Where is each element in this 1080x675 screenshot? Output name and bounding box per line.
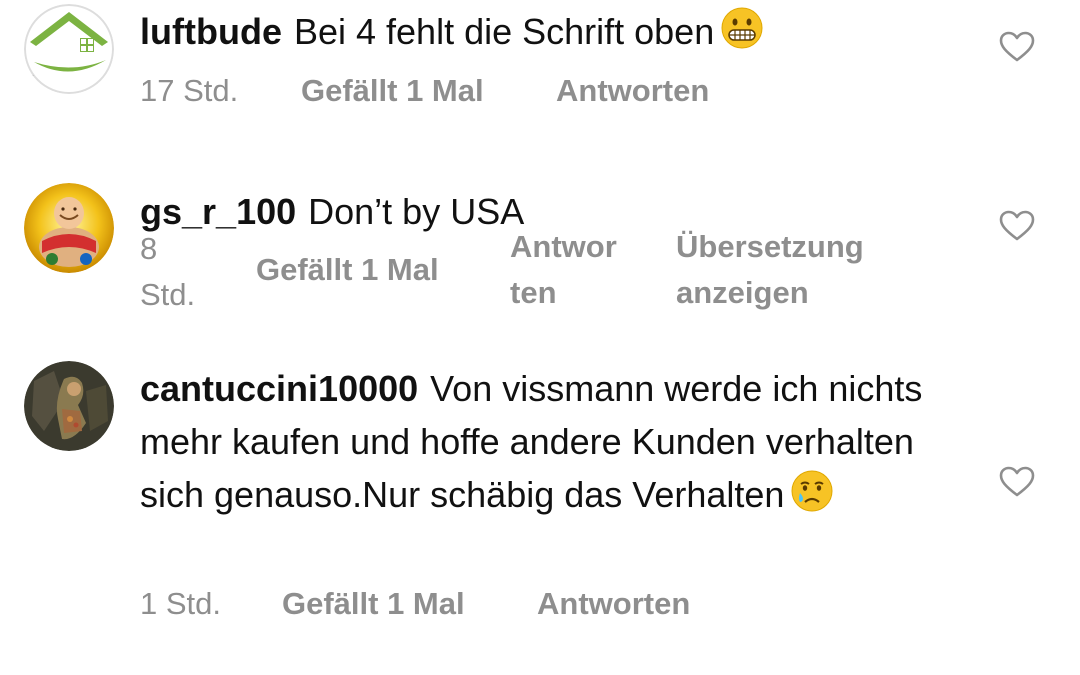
painting-avatar-icon [24, 361, 114, 451]
reply-line: ten [510, 275, 557, 310]
comment-text: cantuccini10000 Von vissmann werde ich ni… [140, 362, 960, 527]
reply-button[interactable]: Antworten [537, 581, 690, 627]
comment-timestamp: 17 Std. [140, 73, 239, 108]
like-count-button[interactable]: Gefällt 1 Mal [256, 247, 439, 293]
avatar[interactable]: F [24, 4, 114, 94]
comment-content: Don’t by USA [308, 191, 525, 232]
crying-face-icon [790, 469, 834, 527]
reply-button[interactable]: Antworten [556, 68, 709, 114]
comment-timestamp: 8 Std. [140, 226, 195, 318]
grimacing-face-icon [720, 6, 764, 64]
comment-content: Bei 4 fehlt die Schrift oben [293, 11, 715, 52]
house-logo-icon: F [24, 4, 114, 94]
comment-username[interactable]: luftbude [140, 11, 282, 52]
timestamp-line: Std. [140, 277, 196, 312]
avatar[interactable] [24, 361, 114, 451]
avatar[interactable] [24, 183, 114, 273]
comment-timestamp: 1 Std. [140, 586, 221, 621]
reply-line: Antwor [510, 229, 617, 264]
like-heart-icon[interactable] [999, 210, 1035, 242]
translate-line: anzeigen [676, 275, 809, 310]
translate-button[interactable]: Übersetzung anzeigen [676, 224, 864, 316]
comment-text: luftbude Bei 4 fehlt die Schrift oben [140, 6, 960, 64]
timestamp-line: 8 [140, 231, 158, 266]
translate-line: Übersetzung [676, 229, 864, 264]
comment-username[interactable]: cantuccini10000 [140, 368, 418, 409]
buddha-avatar-icon [24, 183, 114, 273]
like-count-button[interactable]: Gefällt 1 Mal [301, 68, 484, 114]
like-count-button[interactable]: Gefällt 1 Mal [282, 581, 465, 627]
like-heart-icon[interactable] [999, 31, 1035, 63]
reply-button[interactable]: Antwor ten [510, 224, 617, 316]
svg-text:F: F [28, 74, 34, 85]
like-heart-icon[interactable] [999, 466, 1035, 498]
